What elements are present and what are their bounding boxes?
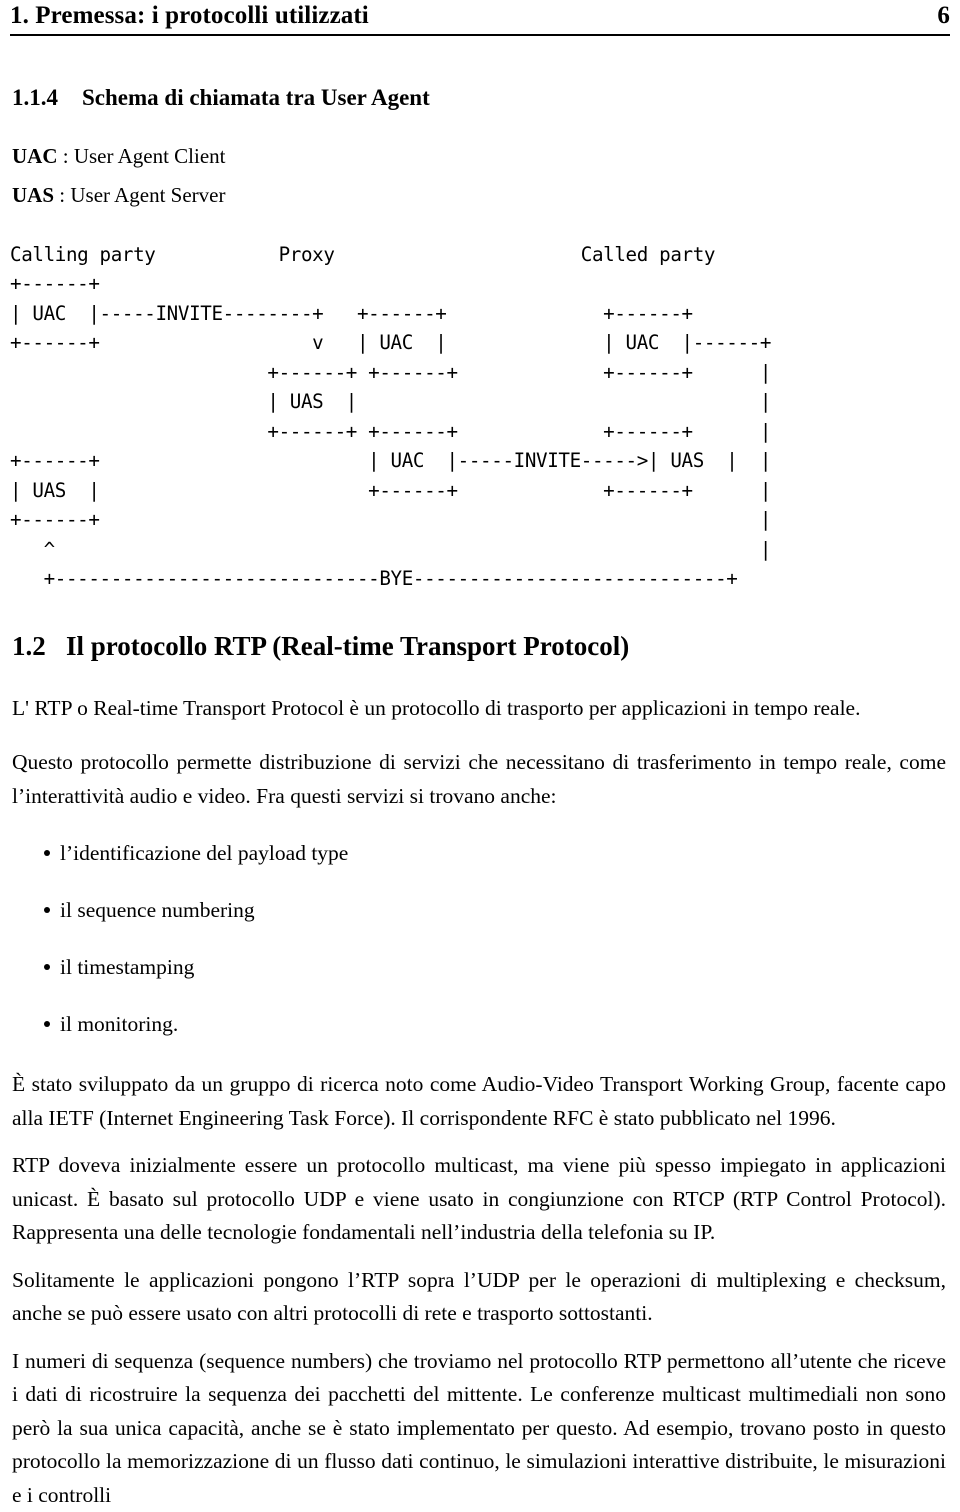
section-number: 1.2: [12, 630, 46, 661]
definition-term-uas: UAS: [12, 182, 55, 207]
sip-call-flow-ascii-diagram: Calling party Proxy Called party +------…: [10, 242, 772, 591]
list-item-label: il sequence numbering: [60, 898, 255, 923]
definition-separator-uac: :: [57, 143, 74, 168]
definition-uas: UAS : User Agent Server: [12, 176, 952, 215]
definition-expansion-uac: User Agent Client: [73, 143, 226, 168]
paragraph-history: È stato sviluppato da un gruppo di ricer…: [12, 1072, 946, 1130]
subsection-number: 1.1.4: [12, 84, 58, 110]
paragraph-intro: L' RTP o Real-time Transport Protocol è …: [12, 695, 861, 720]
header-rule: [10, 34, 950, 36]
bullet-icon: [44, 907, 50, 914]
bullet-icon: [44, 850, 50, 857]
definition-separator-uas: :: [54, 182, 71, 207]
definition-expansion-uas: User Agent Server: [70, 182, 226, 207]
list-item: il monitoring.: [8, 1010, 952, 1038]
list-item-label: il timestamping: [60, 955, 195, 980]
list-item: il sequence numbering: [8, 896, 952, 924]
subsection-heading: 1.1.4 Schema di chiamata tra User Agent: [12, 85, 952, 111]
rtp-services-list: l’identificazione del payload type il se…: [8, 839, 952, 1038]
bullet-icon: [44, 964, 50, 971]
running-header: 1. Premessa: i protocolli utilizzati 6: [8, 0, 952, 30]
list-item: l’identificazione del payload type: [8, 839, 952, 867]
definition-term-uac: UAC: [12, 143, 58, 168]
definition-uac: UAC : User Agent Client: [12, 137, 952, 176]
subsection-title: Schema di chiamata tra User Agent: [82, 84, 430, 110]
paragraph-multicast: RTP doveva inizialmente essere un protoc…: [12, 1153, 946, 1245]
page-number: 6: [937, 2, 950, 29]
list-item: il timestamping: [8, 953, 952, 981]
list-item-label: l’identificazione del payload type: [60, 841, 349, 866]
section-heading: 1.2 Il protocollo RTP (Real-time Transpor…: [12, 631, 952, 662]
section-title: Il protocollo RTP (Real-time Transport P…: [66, 630, 630, 661]
running-header-title: 1. Premessa: i protocolli utilizzati: [10, 2, 369, 29]
list-item-label: il monitoring.: [60, 1012, 179, 1037]
definition-list: UAC : User Agent Client UAS : User Agent…: [12, 137, 952, 215]
paragraph-services-lead: Questo protocollo permette distribuzione…: [12, 750, 946, 808]
paragraph-sequence: I numeri di sequenza (sequence numbers) …: [12, 1348, 946, 1507]
bullet-icon: [44, 1021, 50, 1028]
paragraph-udp: Solitamente le applicazioni pongono l’RT…: [12, 1267, 946, 1326]
document-page: 1. Premessa: i protocolli utilizzati 6 1…: [0, 0, 960, 1507]
